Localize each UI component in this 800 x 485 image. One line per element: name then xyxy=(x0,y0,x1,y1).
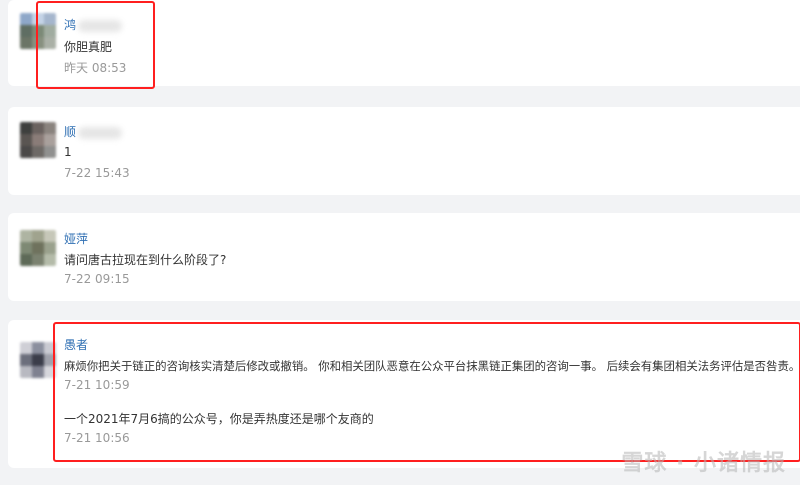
comment-text: 请问唐古拉现在到什么阶段了? xyxy=(64,253,227,267)
avatar-pixel xyxy=(20,254,32,266)
comment-time: 7-22 09:15 xyxy=(64,272,130,286)
avatar-pixel xyxy=(44,230,56,242)
avatar-pixel xyxy=(32,342,44,354)
avatar-pixel xyxy=(44,134,56,146)
comment-time: 7-22 15:43 xyxy=(64,166,130,180)
avatar-pixel xyxy=(32,230,44,242)
avatar-pixel xyxy=(44,146,56,158)
avatar[interactable] xyxy=(20,122,56,158)
avatar-pixel xyxy=(32,122,44,134)
avatar-pixel xyxy=(20,134,32,146)
avatar-pixel xyxy=(20,342,32,354)
avatar-pixel xyxy=(32,242,44,254)
comment-text: 1 xyxy=(64,145,72,159)
avatar-pixel xyxy=(20,13,32,25)
avatar[interactable] xyxy=(20,342,56,378)
highlight-box xyxy=(36,1,155,89)
author-name[interactable]: 娅萍 xyxy=(64,230,88,247)
avatar-pixel xyxy=(32,254,44,266)
avatar-pixel xyxy=(44,242,56,254)
avatar-pixel xyxy=(32,146,44,158)
highlight-box xyxy=(53,322,800,462)
avatar-pixel xyxy=(20,37,32,49)
avatar-pixel xyxy=(20,122,32,134)
avatar-pixel xyxy=(20,354,32,366)
avatar[interactable] xyxy=(20,230,56,266)
watermark: 雪球 · 小诸情报 xyxy=(621,451,786,476)
avatar-pixel xyxy=(32,366,44,378)
comment-card: 顺 1 7-22 15:43 xyxy=(8,107,800,195)
author-name[interactable]: 顺 xyxy=(64,123,123,140)
avatar-pixel xyxy=(44,254,56,266)
blurred-name xyxy=(78,126,123,139)
avatar-pixel xyxy=(20,146,32,158)
avatar-pixel xyxy=(32,354,44,366)
avatar-pixel xyxy=(20,366,32,378)
avatar-pixel xyxy=(20,242,32,254)
avatar-pixel xyxy=(20,25,32,37)
avatar-pixel xyxy=(20,230,32,242)
avatar-pixel xyxy=(44,122,56,134)
comment-card: 娅萍 请问唐古拉现在到什么阶段了? 7-22 09:15 xyxy=(8,213,800,301)
avatar-pixel xyxy=(32,134,44,146)
